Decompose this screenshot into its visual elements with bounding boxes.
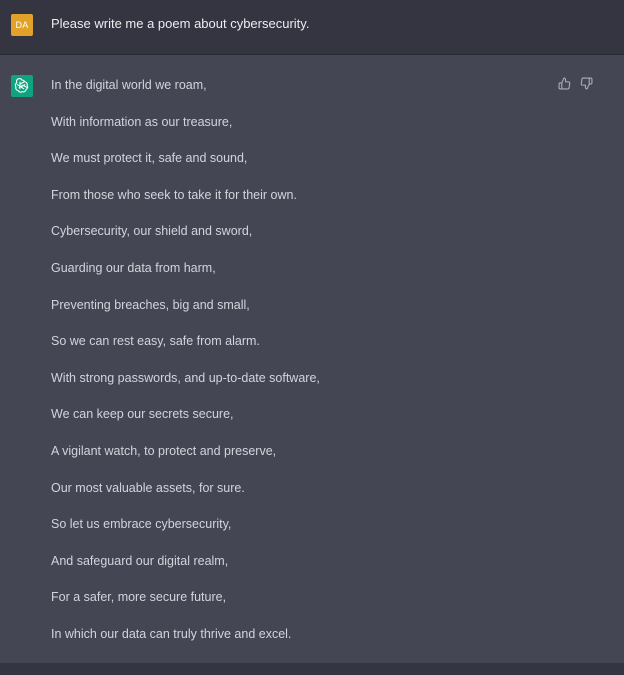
poem-line: With information as our treasure, <box>51 114 233 129</box>
poem-line: We can keep our secrets secure, <box>51 407 234 422</box>
chat-conversation: DA Please write me a poem about cybersec… <box>0 0 624 675</box>
poem-line: From those who seek to take it for their… <box>51 187 297 202</box>
poem-line: For a safer, more secure future, <box>51 590 227 605</box>
bottom-divider <box>0 663 624 675</box>
poem-line: So let us embrace cybersecurity, <box>51 517 232 532</box>
poem-line: Preventing breaches, big and small, <box>51 297 250 312</box>
openai-logo-icon <box>11 75 33 97</box>
poem-line: We must protect it, safe and sound, <box>51 151 248 166</box>
poem-line: In the digital world we roam, <box>51 78 207 92</box>
poem-line: A vigilant watch, to protect and preserv… <box>51 443 277 458</box>
user-avatar: DA <box>11 14 33 36</box>
thumbs-down-icon[interactable] <box>579 76 593 90</box>
poem-line: Cybersecurity, our shield and sword, <box>51 224 253 239</box>
user-message-text: Please write me a poem about cybersecuri… <box>51 16 310 31</box>
user-message-row: DA Please write me a poem about cybersec… <box>0 0 624 55</box>
poem-line: And safeguard our digital realm, <box>51 553 229 568</box>
poem-line: In which our data can truly thrive and e… <box>51 626 292 641</box>
thumbs-up-icon[interactable] <box>557 76 571 90</box>
poem-line: Our most valuable assets, for sure. <box>51 480 245 495</box>
poem-line: So we can rest easy, safe from alarm. <box>51 334 260 349</box>
poem-line: With strong passwords, and up-to-date so… <box>51 370 320 385</box>
poem-line: Guarding our data from harm, <box>51 260 216 275</box>
assistant-message-row: In the digital world we roam, With inform… <box>0 55 624 663</box>
assistant-message-text: In the digital world we roam, With inform… <box>51 76 320 662</box>
